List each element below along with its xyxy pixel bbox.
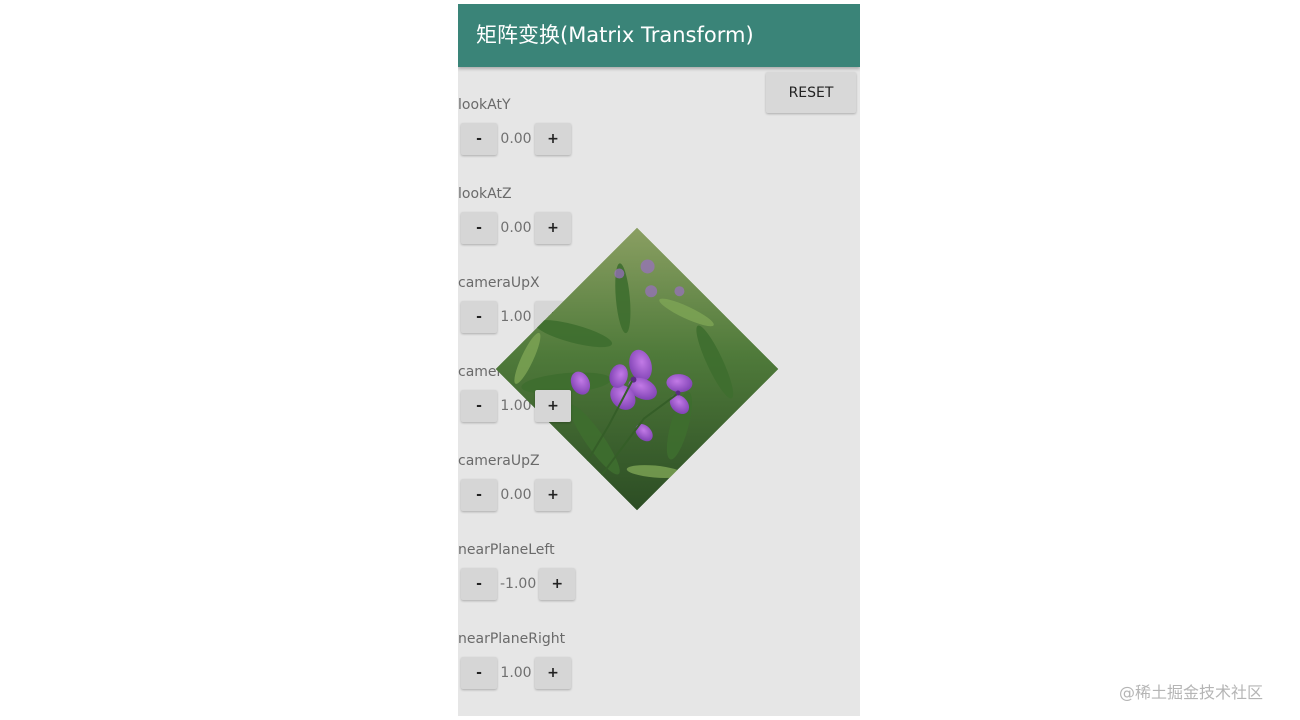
increment-button[interactable]: +: [535, 123, 571, 155]
param-value: 1.00: [500, 665, 532, 681]
param-label: lookAtY: [458, 97, 511, 113]
param-stepper: - 1.00 +: [461, 657, 571, 689]
param-value: 0.00: [500, 487, 532, 503]
param-label: lookAtZ: [458, 186, 512, 202]
param-nearplaneleft: nearPlaneLeft - -1.00 +: [458, 541, 718, 621]
param-value: 1.00: [500, 309, 532, 325]
param-label: cameraUpX: [458, 275, 540, 291]
increment-button[interactable]: +: [535, 657, 571, 689]
decrement-button[interactable]: -: [461, 301, 497, 333]
decrement-button[interactable]: -: [461, 212, 497, 244]
param-stepper: - 0.00 +: [461, 123, 571, 155]
param-value: -1.00: [500, 576, 537, 592]
decrement-button[interactable]: -: [461, 390, 497, 422]
param-nearplaneright: nearPlaneRight - 1.00 +: [458, 630, 718, 710]
param-label: cameraUpZ: [458, 453, 540, 469]
watermark-text: @稀土掘金技术社区: [1119, 683, 1264, 702]
reset-button[interactable]: RESET: [766, 72, 856, 113]
decrement-button[interactable]: -: [461, 479, 497, 511]
increment-button[interactable]: +: [535, 212, 571, 244]
param-stepper: - 0.00 +: [461, 479, 571, 511]
phone-screen: 矩阵变换(Matrix Transform) RESET lookAtY - 0…: [458, 4, 860, 716]
app-bar: 矩阵变换(Matrix Transform): [458, 4, 860, 67]
decrement-button[interactable]: -: [461, 657, 497, 689]
decrement-button[interactable]: -: [461, 123, 497, 155]
param-value: 0.00: [500, 220, 532, 236]
param-stepper: - -1.00 +: [461, 568, 576, 600]
param-lookaty: lookAtY - 0.00 +: [458, 96, 718, 176]
decrement-button[interactable]: -: [461, 568, 497, 600]
app-title: 矩阵变换(Matrix Transform): [476, 23, 754, 47]
param-value: 0.00: [500, 131, 532, 147]
increment-button[interactable]: +: [539, 568, 576, 600]
increment-button[interactable]: +: [535, 390, 571, 422]
param-stepper: - 0.00 +: [461, 212, 571, 244]
param-label: nearPlaneRight: [458, 631, 566, 647]
param-stepper: - 1.00 +: [461, 390, 571, 422]
param-lookatz: lookAtZ - 0.00 +: [458, 185, 718, 265]
increment-button[interactable]: +: [535, 479, 571, 511]
param-label: nearPlaneLeft: [458, 542, 555, 558]
